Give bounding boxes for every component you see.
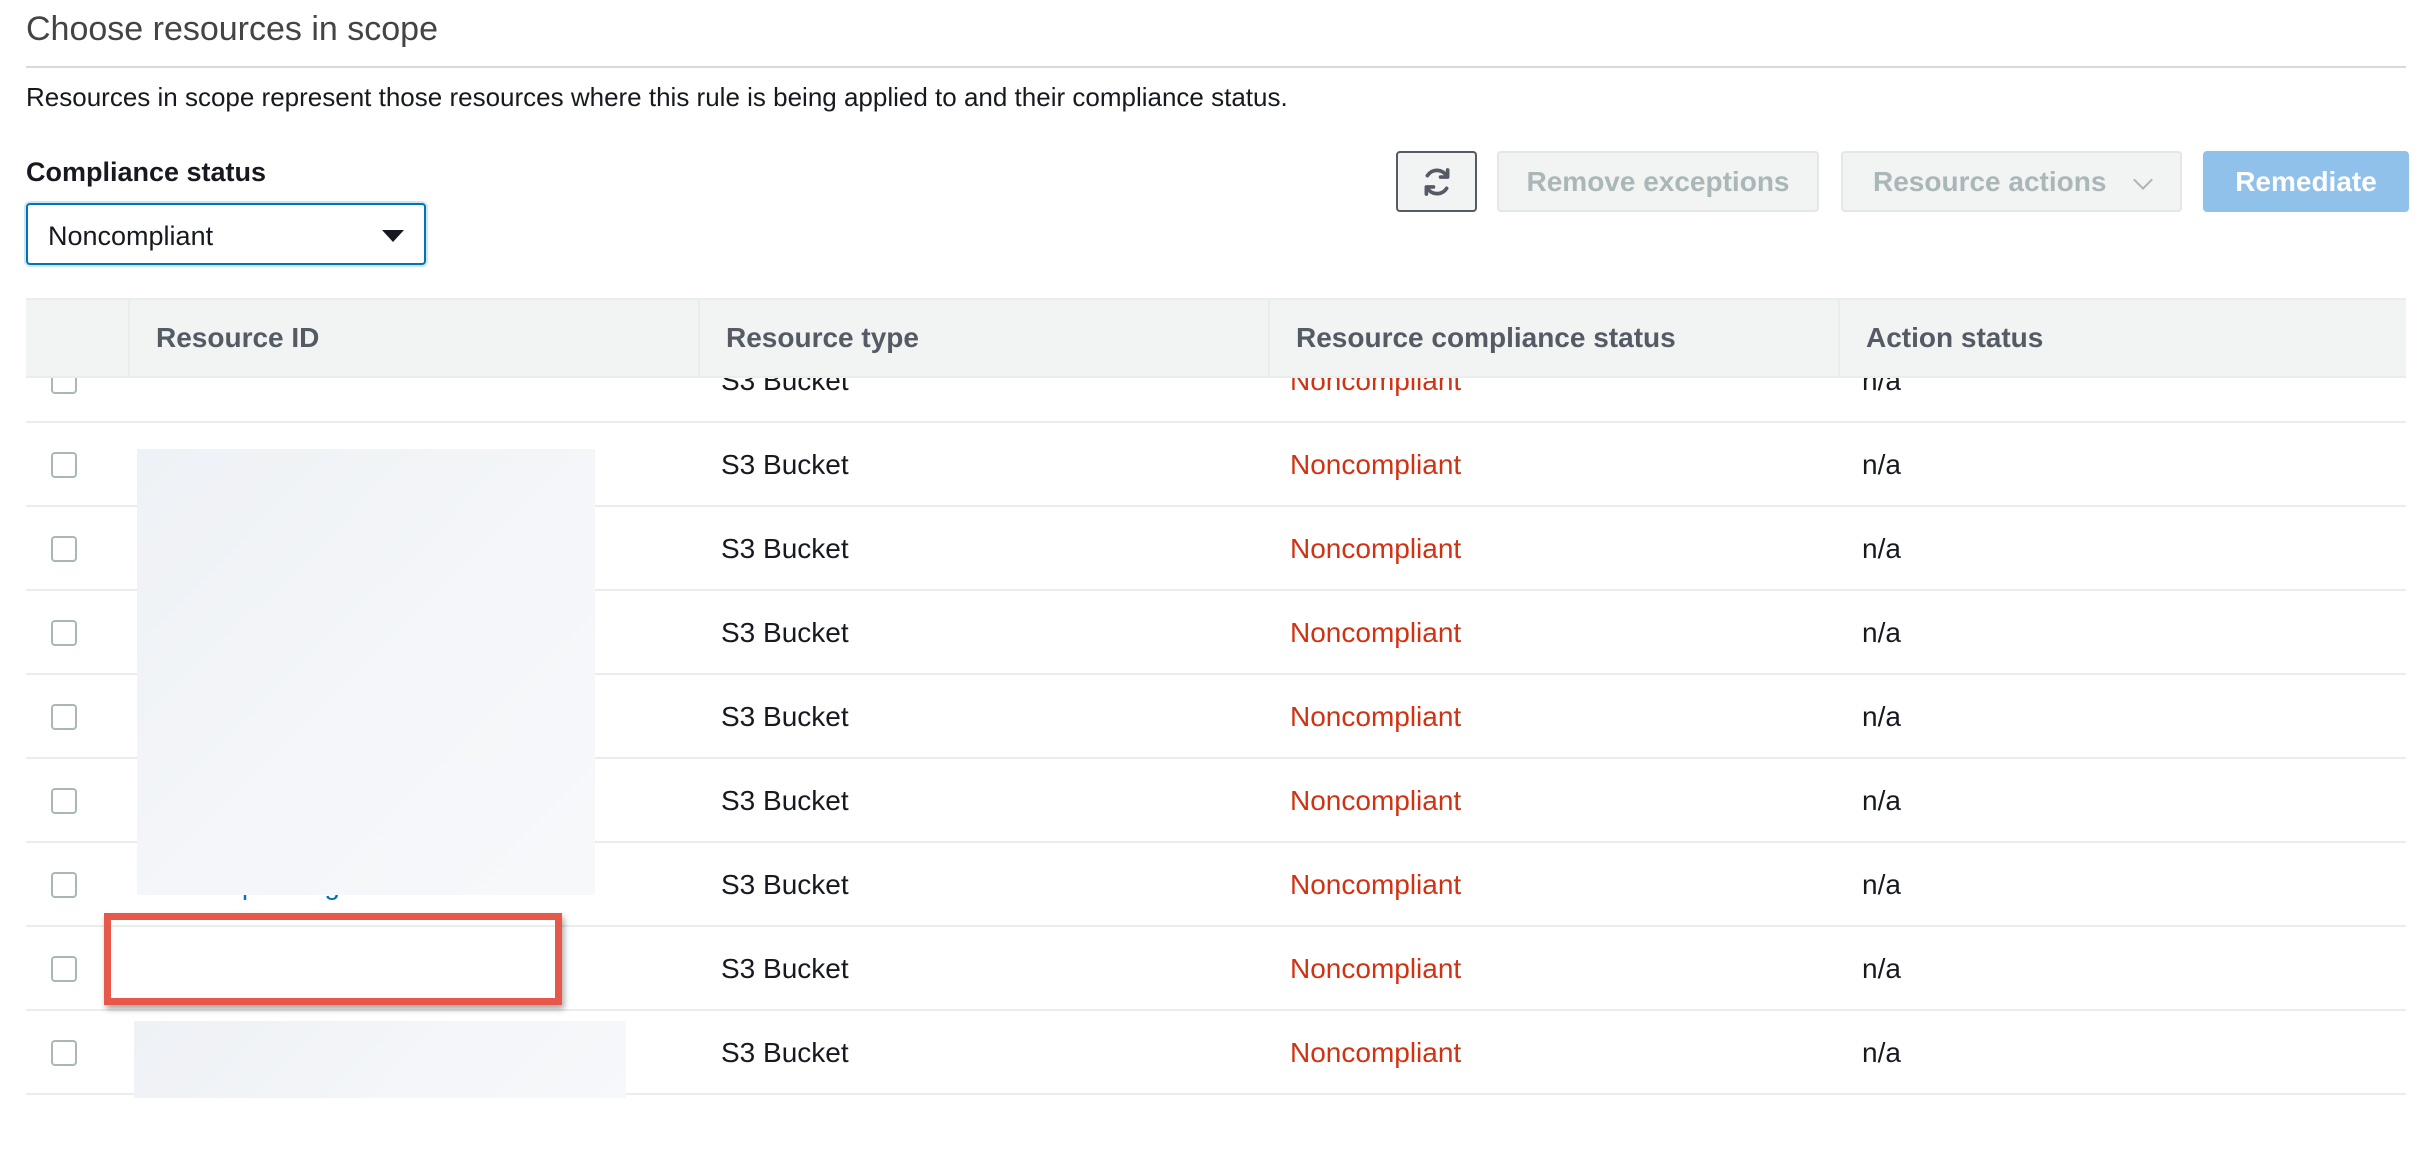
header-resource-id[interactable]: Resource ID [128, 300, 698, 376]
header-action-status[interactable]: Action status [1838, 300, 2406, 376]
compliance-status-cell: Noncompliant [1290, 869, 1462, 900]
section-title: Choose resources in scope [26, 10, 439, 48]
row-checkbox[interactable] [51, 956, 77, 982]
section-description: Resources in scope represent those resou… [26, 82, 1288, 112]
row-select-cell [51, 843, 77, 927]
action-status-cell: n/a [1862, 701, 1901, 732]
redacted-region [134, 1021, 626, 1098]
refresh-button[interactable] [1396, 151, 1477, 212]
resource-actions-label: Resource actions [1873, 165, 2107, 197]
row-select-cell [51, 759, 77, 843]
row-select-cell [51, 1011, 77, 1095]
resource-actions-button[interactable]: Resource actions [1841, 151, 2182, 212]
compliance-status-cell: Noncompliant [1290, 378, 1462, 396]
header-select-column [26, 300, 128, 376]
remove-exceptions-button[interactable]: Remove exceptions [1497, 151, 1819, 212]
compliance-status-cell: Noncompliant [1290, 533, 1462, 564]
compliance-status-cell: Noncompliant [1290, 701, 1462, 732]
action-status-cell: n/a [1862, 449, 1901, 480]
compliance-status-cell: Noncompliant [1290, 953, 1462, 984]
compliance-status-select[interactable]: Noncompliant [26, 203, 426, 265]
compliance-status-cell: Noncompliant [1290, 785, 1462, 816]
row-select-cell [51, 507, 77, 591]
row-checkbox[interactable] [51, 452, 77, 478]
resource-type-cell: S3 Bucket [721, 701, 849, 732]
row-select-cell [51, 423, 77, 507]
resource-type-cell: S3 Bucket [721, 533, 849, 564]
row-select-cell [51, 591, 77, 675]
row-checkbox[interactable] [51, 1040, 77, 1066]
action-status-cell: n/a [1862, 533, 1901, 564]
chevron-down-icon [2133, 170, 2153, 190]
resource-type-cell: S3 Bucket [721, 785, 849, 816]
compliance-status-cell: Noncompliant [1290, 449, 1462, 480]
compliance-status-cell: Noncompliant [1290, 617, 1462, 648]
compliance-status-value: Noncompliant [48, 221, 214, 251]
action-status-cell: n/a [1862, 1037, 1901, 1068]
row-select-cell [51, 927, 77, 1011]
resource-type-cell: S3 Bucket [721, 1037, 849, 1068]
resource-type-cell: S3 Bucket [721, 449, 849, 480]
row-checkbox[interactable] [51, 872, 77, 898]
row-checkbox[interactable] [51, 536, 77, 562]
action-status-cell: n/a [1862, 378, 1901, 396]
row-checkbox[interactable] [51, 378, 77, 394]
action-status-cell: n/a [1862, 785, 1901, 816]
compliance-status-label: Compliance status [26, 157, 267, 187]
resource-type-cell: S3 Bucket [721, 378, 849, 396]
action-status-cell: n/a [1862, 953, 1901, 984]
row-select-cell [51, 675, 77, 759]
resources-table: Resource ID Resource type Resource compl… [26, 298, 2406, 1098]
compliance-status-cell: Noncompliant [1290, 1037, 1462, 1068]
row-checkbox[interactable] [51, 788, 77, 814]
table-body: S3 Bucket Noncompliant n/a S3 Bucket Noncomp… [26, 378, 2406, 1098]
remediate-button[interactable]: Remediate [2203, 151, 2409, 212]
resource-type-cell: S3 Bucket [721, 869, 849, 900]
table-row[interactable]: S3 Bucket Noncompliant n/a [26, 378, 2406, 423]
row-select-cell [51, 378, 77, 423]
header-resource-type[interactable]: Resource type [698, 300, 1268, 376]
redacted-region [137, 449, 595, 895]
resource-type-cell: S3 Bucket [721, 953, 849, 984]
table-row[interactable]: S3 Bucket Noncompliant n/a [26, 927, 2406, 1011]
title-divider [26, 66, 2406, 68]
refresh-icon [1424, 167, 1449, 196]
row-checkbox[interactable] [51, 620, 77, 646]
resource-type-cell: S3 Bucket [721, 617, 849, 648]
caret-down-icon [382, 230, 404, 242]
row-checkbox[interactable] [51, 704, 77, 730]
table-header: Resource ID Resource type Resource compl… [26, 298, 2406, 378]
action-status-cell: n/a [1862, 617, 1901, 648]
action-status-cell: n/a [1862, 869, 1901, 900]
header-compliance-status[interactable]: Resource compliance status [1268, 300, 1838, 376]
